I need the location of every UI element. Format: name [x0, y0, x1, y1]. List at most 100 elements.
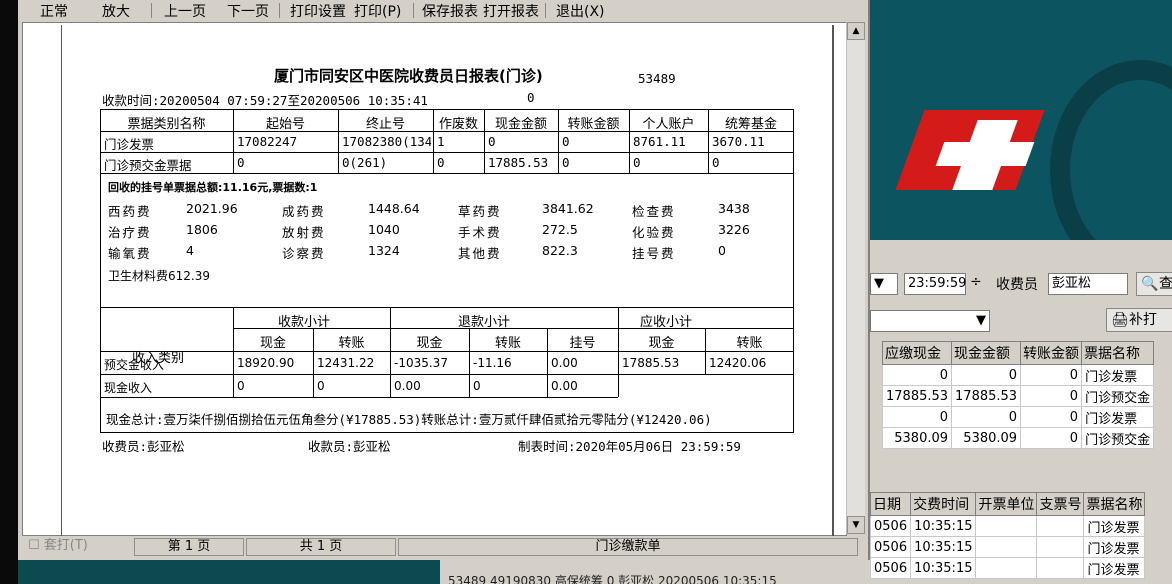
- bill-cell: 0: [488, 134, 496, 149]
- income-cell: 12420.06: [709, 356, 767, 370]
- grid1-cell[interactable]: 17885.53: [951, 385, 1022, 407]
- cashier-field[interactable]: 彭亚松: [1048, 273, 1128, 295]
- toolbar-separator: [413, 3, 414, 18]
- bill-header-cell: 统筹基金: [724, 117, 777, 132]
- print-setup-button[interactable]: 打印设置: [290, 1, 346, 21]
- grid1-header[interactable]: 票据名称: [1081, 341, 1155, 365]
- fee-name: 其他费: [458, 246, 502, 261]
- fee-name: 化验费: [632, 225, 676, 240]
- grid1-cell[interactable]: 门诊发票: [1081, 364, 1155, 386]
- income-subheader: 现金: [648, 336, 675, 351]
- desktop-edge: [0, 0, 18, 584]
- table-row[interactable]: 0506 10:35:15 门诊发票: [869, 557, 1146, 579]
- zoom-button[interactable]: 放大: [102, 1, 130, 21]
- fee-value: 2021.96: [186, 201, 238, 216]
- grid1-cell[interactable]: 0: [881, 406, 953, 428]
- grid1-header[interactable]: 现金金额: [951, 341, 1022, 365]
- grid2-cell[interactable]: 0506: [869, 515, 912, 537]
- table-row[interactable]: 0506 10:35:15 门诊发票: [869, 536, 1146, 558]
- grid2-cell[interactable]: 门诊发票: [1083, 515, 1146, 537]
- grid1-cell[interactable]: 0: [1020, 427, 1083, 449]
- grid1-cell[interactable]: 门诊预交金: [1081, 427, 1155, 449]
- bill-cell: 17082247: [237, 134, 298, 149]
- income-subheader: 转账: [736, 336, 763, 351]
- scroll-down-arrow-icon[interactable]: ▼: [847, 516, 865, 534]
- status-bar: ☐ 套打(T) 第 1 页 共 1 页 门诊缴款单: [18, 536, 868, 558]
- table-row[interactable]: 0 0 0 门诊发票: [881, 406, 1155, 428]
- fee-value: 3438: [718, 201, 750, 216]
- grid1-cell[interactable]: 5380.09: [951, 427, 1022, 449]
- grid2-cell[interactable]: [1036, 557, 1085, 579]
- search-button[interactable]: 🔍 查: [1136, 272, 1172, 296]
- fee-value: 1806: [186, 222, 218, 237]
- grid1-cell[interactable]: 0: [1020, 364, 1083, 386]
- save-report-button[interactable]: 保存报表: [422, 1, 478, 21]
- grid2-cell[interactable]: 10:35:15: [910, 515, 977, 537]
- grid2-cell[interactable]: [975, 515, 1038, 537]
- income-group-receivable: 应收小计: [640, 315, 693, 330]
- table-row[interactable]: 0 0 0 门诊发票: [881, 364, 1155, 386]
- binoculars-icon: 🔍: [1141, 276, 1159, 292]
- grid2-cell[interactable]: 门诊发票: [1083, 557, 1146, 579]
- normal-button[interactable]: 正常: [40, 1, 68, 21]
- grid2-cell[interactable]: [975, 536, 1038, 558]
- exit-button[interactable]: 退出(X): [556, 1, 605, 21]
- fee-value: 822.3: [542, 243, 578, 258]
- grid1-cell[interactable]: 5380.09: [881, 427, 953, 449]
- fee-value: 1448.64: [368, 201, 420, 216]
- next-page-button[interactable]: 下一页: [227, 1, 269, 21]
- reprint-checkbox[interactable]: ☐ 套打(T): [28, 538, 128, 556]
- fee-value: 4: [186, 243, 194, 258]
- fee-value: 0: [718, 243, 726, 258]
- bill-cell: 1: [437, 134, 445, 149]
- table-row[interactable]: 5380.09 5380.09 0 门诊预交金: [881, 427, 1155, 449]
- toolbar-separator: [151, 3, 152, 18]
- date-dropdown[interactable]: ▼: [870, 273, 898, 295]
- grid2-cell[interactable]: 10:35:15: [910, 557, 977, 579]
- grid1-cell[interactable]: 门诊发票: [1081, 406, 1155, 428]
- end-time-field[interactable]: 23:59:59: [904, 273, 966, 295]
- income-cell: 0.00: [394, 379, 421, 393]
- table-row[interactable]: 0506 10:35:15 门诊发票: [869, 515, 1146, 537]
- grid2-cell[interactable]: 10:35:15: [910, 536, 977, 558]
- page-indicator: 第 1 页: [134, 538, 244, 556]
- open-report-button[interactable]: 打开报表: [483, 1, 539, 21]
- vertical-scrollbar[interactable]: ▲ ▼: [846, 22, 865, 534]
- collection-time: 收款时间:20200504 07:59:27至20200506 10:35:41: [102, 93, 428, 108]
- prev-page-button[interactable]: 上一页: [164, 1, 206, 21]
- grid1-header[interactable]: 转账金额: [1020, 341, 1083, 365]
- grid1-cell[interactable]: 门诊预交金: [1081, 385, 1155, 407]
- grid1-cell[interactable]: 0: [881, 364, 953, 386]
- bill-cell: 门诊发票: [104, 137, 155, 152]
- grid1-header[interactable]: 应缴现金: [881, 341, 953, 365]
- print-button[interactable]: 打印(P): [354, 1, 401, 21]
- fee-name: 西药费: [108, 204, 152, 219]
- income-subheader: 转账: [494, 336, 521, 351]
- reprint-button[interactable]: 🖨 补打: [1106, 308, 1172, 332]
- grid1-cell[interactable]: 0: [951, 364, 1022, 386]
- grid2-header[interactable]: 开票单位: [975, 492, 1038, 516]
- grid2-cell[interactable]: [975, 557, 1038, 579]
- grid2-header[interactable]: 日期: [869, 492, 912, 516]
- grid2-header[interactable]: 支票号: [1036, 492, 1085, 516]
- table-row[interactable]: 17885.53 17885.53 0 门诊预交金: [881, 385, 1155, 407]
- summary-grid[interactable]: 应缴现金 现金金额 转账金额 票据名称 0 0 0 门诊发票 17885.53 17885.53…: [881, 341, 1155, 449]
- detail-grid[interactable]: 日期 交费时间 开票单位 支票号 票据名称 0506 10:35:15 门诊发票 0506 10…: [869, 492, 1146, 579]
- grid2-cell[interactable]: 门诊发票: [1083, 536, 1146, 558]
- bill-cell: 0(261): [342, 155, 388, 170]
- grid1-cell[interactable]: 17885.53: [881, 385, 953, 407]
- grid2-header[interactable]: 票据名称: [1083, 492, 1146, 516]
- income-cell: 12431.22: [317, 356, 375, 370]
- grid2-cell[interactable]: 0506: [869, 536, 912, 558]
- grid2-cell[interactable]: [1036, 536, 1085, 558]
- time-spinner-icon[interactable]: ÷: [970, 274, 982, 290]
- grid2-cell[interactable]: [1036, 515, 1085, 537]
- scroll-up-arrow-icon[interactable]: ▲: [847, 22, 865, 40]
- grid2-header[interactable]: 交费时间: [910, 492, 977, 516]
- filter-dropdown[interactable]: ▼: [870, 310, 990, 332]
- grid1-cell[interactable]: 0: [951, 406, 1022, 428]
- grid1-cell[interactable]: 0: [1020, 406, 1083, 428]
- grid2-cell[interactable]: 0506: [869, 557, 912, 579]
- grid1-cell[interactable]: 0: [1020, 385, 1083, 407]
- bill-cell: 0: [562, 134, 570, 149]
